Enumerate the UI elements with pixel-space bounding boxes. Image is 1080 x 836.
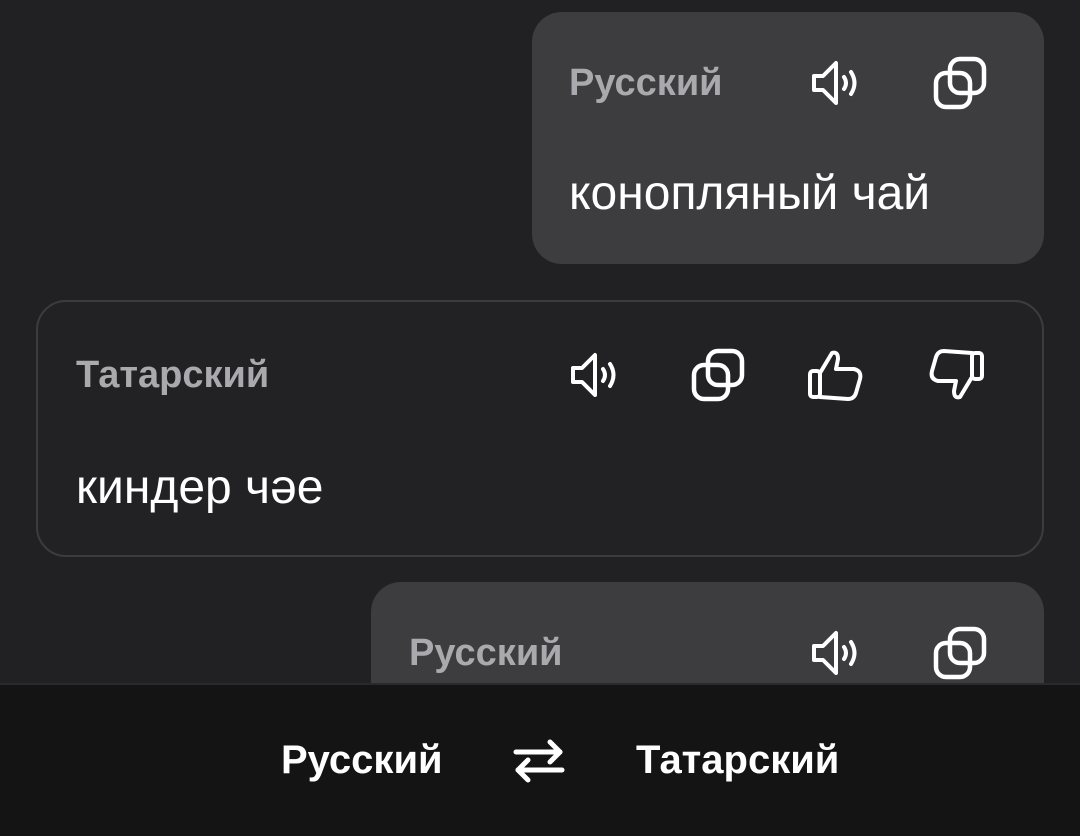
thumbs-up-icon	[808, 350, 863, 401]
translation-message-card	[36, 300, 1044, 557]
speak-button[interactable]	[805, 48, 875, 118]
copy-icon	[691, 348, 745, 402]
dislike-button[interactable]	[921, 340, 991, 410]
copy-button[interactable]	[925, 618, 995, 688]
speaker-icon	[812, 631, 857, 675]
source-language-label: Русский	[409, 632, 563, 674]
target-language-label: Татарский	[76, 354, 270, 396]
target-language-selector[interactable]: Татарский	[636, 740, 839, 780]
source-message-text: конопляный чай	[569, 167, 931, 220]
copy-icon	[933, 626, 987, 680]
speaker-icon	[812, 61, 857, 105]
thumbs-down-icon	[929, 349, 984, 400]
swap-languages-button[interactable]	[506, 730, 572, 792]
speaker-icon	[571, 353, 616, 397]
copy-icon	[933, 56, 987, 110]
translation-message-text: киндер чәе	[76, 461, 324, 514]
speak-translation-button[interactable]	[564, 340, 634, 410]
speak-button[interactable]	[805, 618, 875, 688]
like-button[interactable]	[801, 340, 871, 410]
swap-arrows-icon	[513, 739, 565, 783]
source-language-selector[interactable]: Русский	[281, 740, 443, 780]
source-language-label: Русский	[569, 62, 723, 104]
copy-translation-button[interactable]	[683, 340, 753, 410]
copy-button[interactable]	[925, 48, 995, 118]
